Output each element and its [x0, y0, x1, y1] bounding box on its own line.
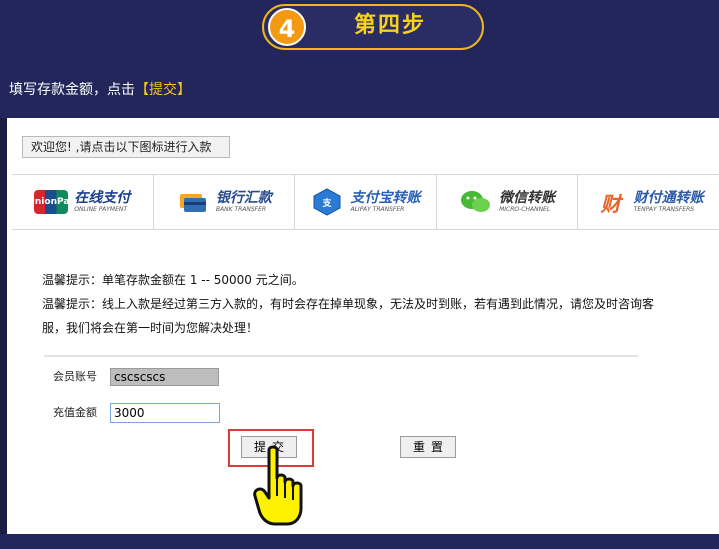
payment-wechat[interactable]: 微信转账 MICRO-CHANNEL [437, 175, 579, 229]
payment-bank-sub: BANK TRANSFER [215, 206, 267, 213]
notice-line-1: 温馨提示：单笔存款金额在 1 -- 50000 元之间。 [42, 273, 304, 287]
payment-bank[interactable]: 银行汇款 BANK TRANSFER [154, 175, 296, 229]
deposit-panel: 欢迎您! ,请点击以下图标进行入款 UnionPay 在线支付 ONLINE PA… [7, 118, 719, 534]
account-field: cscscscs [110, 368, 219, 386]
step-number-badge: 4 [268, 8, 306, 46]
payment-tenpay-label: 财付通转账 [633, 190, 704, 206]
amount-label: 充值金额 [53, 406, 97, 419]
payment-tenpay[interactable]: 财 财付通转账 TENPAY TRANSFERS [578, 175, 719, 229]
amount-input[interactable]: 3000 [110, 403, 220, 423]
instruction-highlight: 【提交】 [135, 82, 191, 98]
tenpay-icon: 财 [594, 190, 628, 216]
payment-tenpay-sub: TENPAY TRANSFERS [633, 206, 695, 213]
reset-button[interactable]: 重置 [400, 436, 456, 458]
payment-wechat-label: 微信转账 [499, 190, 556, 206]
payment-alipay-label: 支付宝转账 [350, 190, 421, 206]
notice-line-2: 温馨提示：线上入款是经过第三方入款的，有时会存在掉单现象，无法及时到账，若有遇到… [42, 297, 655, 311]
payment-online[interactable]: UnionPay 在线支付 ONLINE PAYMENT [12, 175, 154, 229]
welcome-bar: 欢迎您! ,请点击以下图标进行入款 [22, 136, 230, 158]
wechat-icon [459, 190, 493, 214]
instruction-main: 填写存款金额，点击 [9, 82, 135, 98]
payment-online-sub: ONLINE PAYMENT [74, 206, 128, 213]
bank-card-icon [176, 190, 210, 214]
notice-line-3: 服，我们将会在第一时间为您解决处理！ [42, 321, 259, 335]
pointing-hand-icon [253, 445, 303, 526]
step-title: 第四步 [353, 13, 426, 38]
account-label: 会员账号 [53, 370, 97, 383]
alipay-icon: 支 [310, 188, 344, 216]
tenpay-logo-text: 财 [600, 191, 621, 216]
divider [44, 355, 638, 357]
payment-online-label: 在线支付 [74, 190, 131, 206]
payment-wechat-sub: MICRO-CHANNEL [499, 206, 551, 213]
notice-text: 温馨提示：单笔存款金额在 1 -- 50000 元之间。 温馨提示：线上入款是经… [42, 268, 712, 340]
svg-text:支: 支 [322, 197, 333, 209]
unionpay-icon: UnionPay [28, 190, 75, 214]
payment-bank-label: 银行汇款 [215, 190, 272, 206]
payment-methods: UnionPay 在线支付 ONLINE PAYMENT 银行汇款 BANK TRA… [12, 174, 719, 230]
payment-alipay-sub: ALIPAY TRANSFER [350, 206, 405, 213]
payment-alipay[interactable]: 支 支付宝转账 ALIPAY TRANSFER [295, 175, 437, 229]
instruction-text: 填写存款金额，点击【提交】 [9, 80, 191, 100]
